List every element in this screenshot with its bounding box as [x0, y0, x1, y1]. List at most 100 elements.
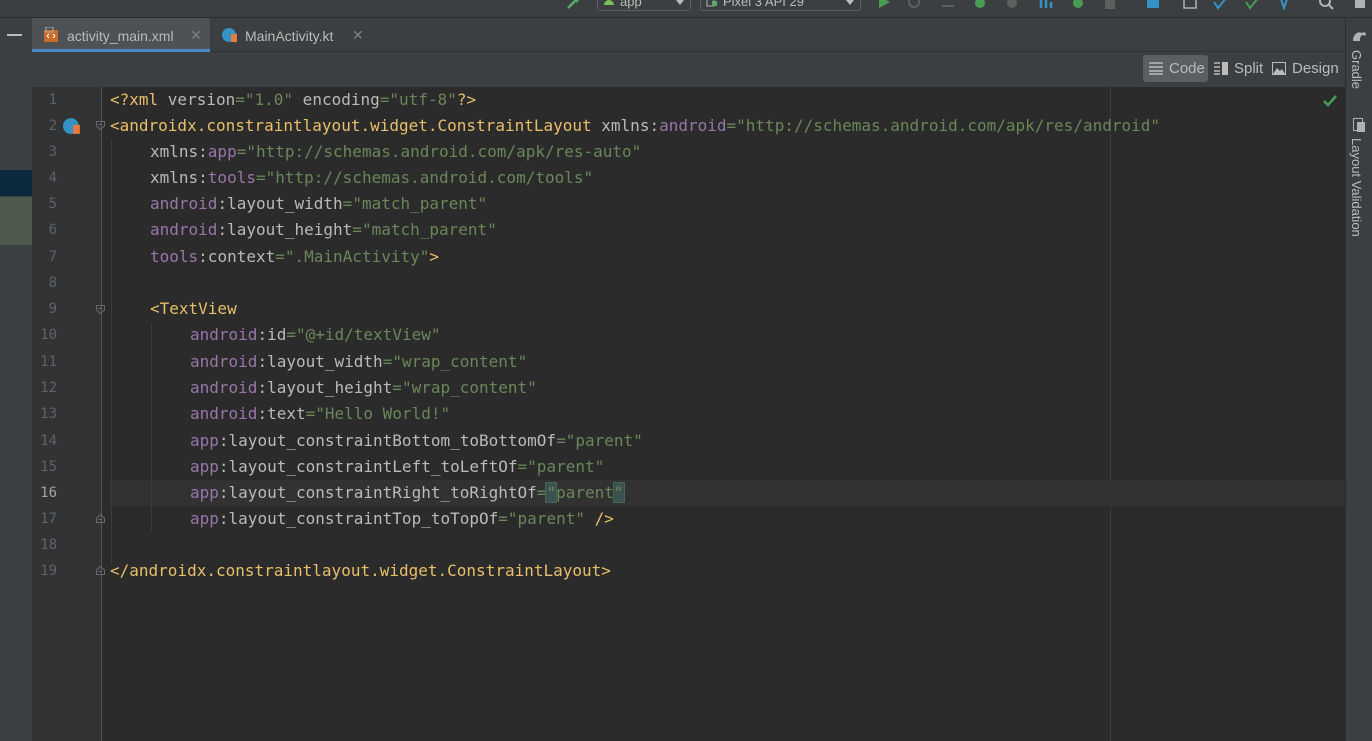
line-number: 4: [48, 170, 57, 186]
split-view-icon: [1214, 62, 1228, 75]
split-mode-label: Split: [1234, 60, 1264, 77]
code-line-5[interactable]: android:layout_width="match_parent": [150, 191, 487, 217]
code-line-4[interactable]: xmlns:tools="http://schemas.android.com/…: [150, 165, 593, 191]
chevron-down-icon: [676, 0, 684, 5]
code-line-19[interactable]: </androidx.constraintlayout.widget.Const…: [110, 558, 611, 584]
indent-guide: [111, 139, 112, 565]
code-line-11[interactable]: android:layout_width="wrap_content": [190, 349, 527, 375]
design-mode-button[interactable]: Design: [1266, 55, 1342, 82]
line-number: 12: [40, 380, 57, 396]
code-mode-label: Code: [1169, 60, 1205, 77]
code-line-6[interactable]: android:layout_height="match_parent": [150, 217, 497, 243]
code-line-15[interactable]: app:layout_constraintLeft_toLeftOf="pare…: [190, 454, 604, 480]
right-margin-guide: [1110, 87, 1111, 741]
run-configuration-dropdown[interactable]: app: [597, 0, 691, 11]
search-icon[interactable]: [1318, 0, 1334, 10]
code-line-1[interactable]: <?xml version="1.0" encoding="utf-8"?>: [110, 87, 476, 113]
unfold-icon[interactable]: [96, 514, 105, 523]
line-number: 17: [40, 511, 57, 527]
chevron-down-icon: [846, 0, 854, 5]
main-toolbar: app Pixel 3 API 29: [0, 0, 1372, 18]
stop-icon[interactable]: [1102, 0, 1118, 10]
line-number: 15: [40, 459, 57, 475]
line-number: 14: [40, 433, 57, 449]
matched-quote: ": [612, 482, 625, 503]
code-mode-button[interactable]: Code: [1143, 55, 1208, 82]
sdk-manager-icon[interactable]: [1182, 0, 1198, 10]
line-number: 6: [48, 222, 57, 238]
editor-tab-bar: activity_main.xml ✕ MainActivity.kt ✕: [32, 18, 1345, 52]
project-panel-highlight[interactable]: [0, 197, 32, 245]
kotlin-class-icon: [222, 28, 237, 42]
layout-validation-tool-button[interactable]: Layout Validation: [1349, 138, 1364, 237]
unfold-icon[interactable]: [96, 566, 105, 575]
line-number: 10: [40, 327, 57, 343]
apply-code-changes-icon[interactable]: [940, 0, 956, 10]
gradle-icon[interactable]: [1352, 30, 1367, 42]
code-line-2[interactable]: <androidx.constraintlayout.widget.Constr…: [110, 113, 1160, 139]
layout-validation-icon[interactable]: [1353, 118, 1366, 133]
code-line-14[interactable]: app:layout_constraintBottom_toBottomOf="…: [190, 428, 643, 454]
line-number: 3: [48, 144, 57, 160]
android-icon: [604, 0, 614, 5]
attach-debugger-icon[interactable]: [1038, 0, 1054, 10]
device-icon: [706, 0, 717, 7]
device-dropdown[interactable]: Pixel 3 API 29: [700, 0, 861, 11]
code-line-13[interactable]: android:text="Hello World!": [190, 401, 450, 427]
code-line-7[interactable]: tools:context=".MainActivity">: [150, 244, 439, 270]
debug-icon[interactable]: [972, 0, 988, 10]
line-number: 11: [40, 354, 57, 370]
tab-label: activity_main.xml: [67, 28, 174, 44]
line-number: 7: [48, 249, 57, 265]
line-number: 2: [48, 118, 57, 134]
close-icon[interactable]: ✕: [190, 18, 202, 52]
line-number: 5: [48, 196, 57, 212]
line-number: 18: [40, 537, 57, 553]
code-line-16[interactable]: app:layout_constraintRight_toRightOf="pa…: [190, 480, 625, 506]
code-line-10[interactable]: android:id="@+id/textView": [190, 322, 440, 348]
matched-quote: ": [545, 482, 558, 503]
settings-icon[interactable]: [1352, 0, 1368, 10]
design-view-icon: [1272, 62, 1286, 75]
xml-layout-icon: [44, 27, 58, 42]
apply-changes-icon[interactable]: [906, 0, 922, 10]
sync-icon[interactable]: [1070, 0, 1086, 10]
code-line-12[interactable]: android:layout_height="wrap_content": [190, 375, 537, 401]
code-line-3[interactable]: xmlns:app="http://schemas.android.com/ap…: [150, 139, 641, 165]
line-number: 1: [48, 92, 57, 108]
close-icon[interactable]: ✕: [352, 18, 364, 52]
tab-activity-main-xml[interactable]: activity_main.xml ✕: [32, 18, 210, 52]
fold-icon[interactable]: [96, 121, 105, 130]
minimize-icon[interactable]: [7, 34, 22, 36]
run-configuration-label: app: [620, 0, 642, 9]
line-number: 9: [48, 301, 57, 317]
project-panel-selection[interactable]: [0, 170, 32, 196]
no-problems-check-icon[interactable]: [1322, 94, 1338, 108]
profile-icon[interactable]: [1004, 0, 1020, 10]
layout-inspector-icon[interactable]: [1212, 0, 1228, 10]
tab-label: MainActivity.kt: [245, 28, 334, 44]
device-manager-icon[interactable]: [1244, 0, 1260, 10]
gradle-tool-button[interactable]: Gradle: [1349, 50, 1364, 89]
kotlin-class-gutter-icon[interactable]: [63, 117, 81, 135]
code-view-icon: [1149, 62, 1163, 75]
line-number: 13: [40, 406, 57, 422]
gutter-divider: [101, 87, 102, 741]
hammer-icon[interactable]: [566, 0, 582, 10]
avd-manager-icon[interactable]: [1145, 0, 1161, 10]
fold-icon[interactable]: [96, 305, 105, 314]
device-label: Pixel 3 API 29: [723, 0, 804, 9]
editor-mode-bar: Code Split Design: [32, 52, 1345, 87]
code-line-17[interactable]: app:layout_constraintTop_toTopOf="parent…: [190, 506, 614, 532]
line-number: 19: [40, 563, 57, 579]
code-line-9[interactable]: <TextView: [150, 296, 237, 322]
left-tool-strip: [0, 18, 32, 741]
tab-mainactivity-kt[interactable]: MainActivity.kt ✕: [210, 18, 370, 52]
right-tool-strip: Gradle Layout Validation: [1345, 18, 1372, 741]
split-mode-button[interactable]: Split: [1208, 55, 1266, 82]
line-number: 8: [48, 275, 57, 291]
resource-manager-icon[interactable]: [1276, 0, 1292, 10]
indent-guide: [151, 323, 152, 531]
run-icon[interactable]: [876, 0, 892, 10]
line-number-current: 16: [40, 485, 57, 501]
